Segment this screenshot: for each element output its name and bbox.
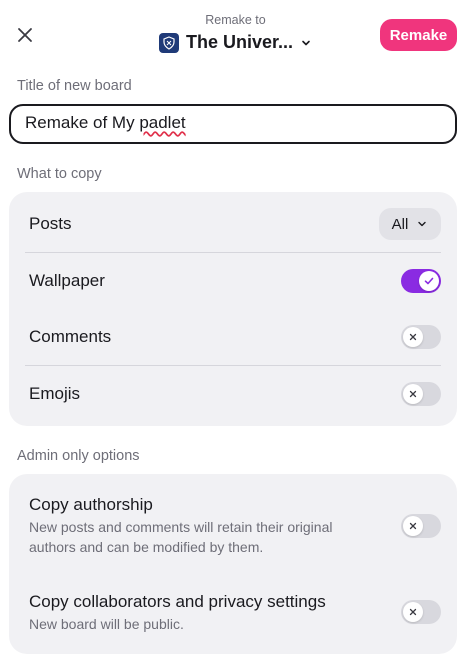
admin-section-label: Admin only options (17, 448, 140, 464)
toggle-knob (403, 384, 423, 404)
copy-section-label: What to copy (17, 166, 102, 182)
copy-authorship-toggle[interactable] (401, 514, 441, 538)
emojis-toggle[interactable] (401, 382, 441, 406)
copy-authorship-title: Copy authorship (29, 495, 153, 514)
university-logo-icon (158, 32, 179, 53)
option-row-comments: Comments (29, 325, 441, 349)
comments-label: Comments (29, 327, 112, 346)
copy-options-card: Posts All Wallpaper Comments Emojis (9, 192, 457, 426)
posts-dropdown[interactable]: All (379, 208, 441, 240)
option-row-copy-authorship: Copy authorship New posts and comments w… (29, 494, 441, 564)
dialog-header: Remake to The Univer... Remake (0, 0, 471, 70)
posts-dropdown-value: All (391, 215, 409, 233)
remake-button[interactable]: Remake (380, 19, 457, 51)
posts-label: Posts (29, 214, 72, 233)
title-section-label: Title of new board (17, 78, 132, 94)
toggle-knob (403, 327, 423, 347)
wallpaper-toggle[interactable] (401, 269, 441, 293)
target-selector[interactable]: The Univer... (158, 32, 312, 53)
emojis-label: Emojis (29, 384, 81, 403)
option-row-copy-collaborators: Copy collaborators and privacy settings … (29, 591, 441, 637)
x-icon (409, 608, 417, 616)
toggle-knob (419, 271, 439, 291)
target-board-name: The Univer... (185, 32, 294, 52)
copy-collaborators-title: Copy collaborators and privacy settings (29, 592, 326, 611)
comments-toggle[interactable] (401, 325, 441, 349)
chevron-down-icon (302, 40, 310, 45)
admin-options-card: Copy authorship New posts and comments w… (9, 474, 457, 654)
copy-collaborators-toggle[interactable] (401, 600, 441, 624)
x-icon (409, 390, 417, 398)
wallpaper-label: Wallpaper (29, 271, 105, 290)
x-icon (409, 333, 417, 341)
option-row-wallpaper: Wallpaper (29, 269, 441, 293)
toggle-knob (403, 602, 423, 622)
toggle-knob (403, 516, 423, 536)
option-row-posts: Posts All (29, 208, 441, 240)
option-row-emojis: Emojis (29, 382, 441, 406)
copy-authorship-description: New posts and comments will retain their… (29, 519, 333, 555)
divider (25, 252, 441, 253)
chevron-down-icon (418, 221, 427, 227)
copy-collaborators-description: New board will be public. (29, 616, 184, 632)
divider (25, 365, 441, 366)
board-title-input[interactable] (9, 104, 457, 144)
x-icon (409, 522, 417, 530)
check-icon (424, 277, 434, 285)
